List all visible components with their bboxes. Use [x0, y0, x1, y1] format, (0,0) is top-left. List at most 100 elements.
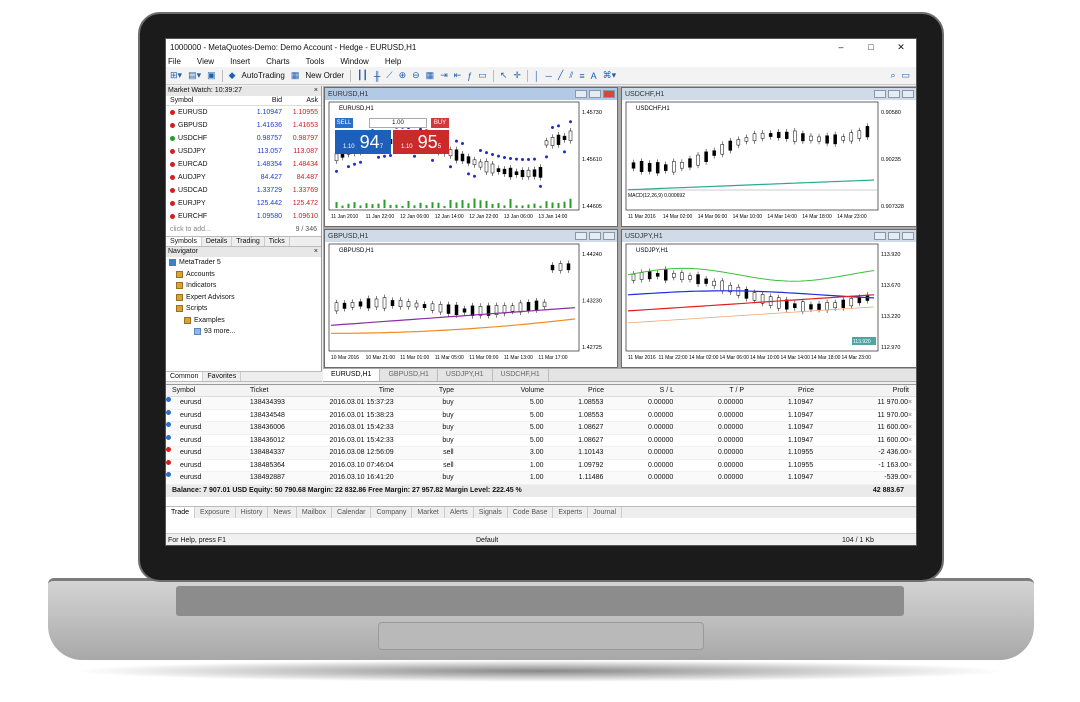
column-header[interactable]: Price: [544, 385, 604, 396]
table-row[interactable]: eurusd 138492887 2016.03.10 16:41:20 buy 1.0…: [166, 472, 916, 485]
tab-history[interactable]: History: [236, 506, 269, 518]
horizontal-line-icon[interactable]: ─: [546, 71, 552, 81]
menu-file[interactable]: File: [168, 57, 181, 66]
tab-trading[interactable]: Trading: [232, 237, 265, 246]
column-header[interactable]: Volume: [454, 385, 544, 396]
table-row[interactable]: eurusd 138436006 2016.03.01 15:42:33 buy 5.0…: [166, 422, 916, 435]
market-watch-row[interactable]: EURCAD 1.48354 1.48434: [166, 158, 321, 171]
tab-exposure[interactable]: Exposure: [195, 506, 236, 518]
tab-symbols[interactable]: Symbols: [166, 237, 202, 246]
templates-icon[interactable]: ▭: [478, 70, 487, 81]
nav-item-metatrader[interactable]: MetaTrader 5: [166, 257, 321, 269]
table-row[interactable]: eurusd 138434548 2016.03.01 15:38:23 buy 5.0…: [166, 409, 916, 422]
sell-button[interactable]: SELL: [335, 118, 353, 128]
column-header[interactable]: Time: [314, 385, 394, 396]
minimize-chart-button[interactable]: [874, 232, 886, 240]
table-row[interactable]: eurusd 138485364 2016.03.10 07:46:04 sell 1.…: [166, 459, 916, 472]
tile-windows-icon[interactable]: ▦: [426, 70, 435, 81]
chart-window-usdjpy[interactable]: USDJPY,H1 USDJPY,H1 113.920 113.670 113.220…: [621, 229, 916, 368]
close-position-icon[interactable]: ×: [908, 435, 916, 447]
ask-column-header[interactable]: Ask: [282, 96, 320, 105]
market-watch-row[interactable]: USDJPY 113.057 113.087: [166, 145, 321, 158]
tab-eurusd[interactable]: EURUSD,H1: [323, 369, 381, 381]
tab-trade[interactable]: Trade: [166, 506, 196, 518]
search-icon[interactable]: ⌕: [890, 70, 895, 81]
new-chart-icon[interactable]: ⊞▾: [170, 70, 182, 81]
lot-size-input[interactable]: 1.00: [369, 118, 427, 128]
tab-favorites[interactable]: Favorites: [203, 372, 242, 381]
crosshair-icon[interactable]: ✛: [513, 70, 521, 81]
indicators-icon[interactable]: ƒ: [467, 71, 472, 81]
chart-canvas[interactable]: USDCHF,H1 0.90580 0.90235 0.907328 11 Mar 20…: [622, 100, 916, 226]
tab-calendar[interactable]: Calendar: [332, 506, 372, 518]
market-watch-row[interactable]: EURUSD 1.10947 1.10955: [166, 106, 321, 119]
ask-price-button[interactable]: 1.10 955: [393, 130, 449, 154]
tab-journal[interactable]: Journal: [588, 506, 623, 518]
trendline-icon[interactable]: ╱: [558, 70, 563, 81]
close-icon[interactable]: ×: [314, 247, 318, 257]
text-icon[interactable]: A: [591, 71, 597, 81]
vertical-line-icon[interactable]: │: [534, 71, 540, 81]
maximize-chart-button[interactable]: [589, 232, 601, 240]
tab-alerts[interactable]: Alerts: [445, 506, 474, 518]
chart-window-eurusd[interactable]: EURUSD,H1 EURUSD,H1 1.45730 1.45610 1.44605…: [324, 87, 618, 227]
market-watch-row[interactable]: AUDJPY 84.427 84.487: [166, 171, 321, 184]
close-chart-button[interactable]: [902, 232, 914, 240]
cursor-icon[interactable]: ↖: [500, 70, 508, 81]
close-position-icon[interactable]: ×: [908, 422, 916, 434]
market-watch-row[interactable]: EURJPY 125.442 125.472: [166, 197, 321, 210]
tab-news[interactable]: News: [268, 506, 297, 518]
table-row[interactable]: eurusd 138436012 2016.03.01 15:42:33 buy 5.0…: [166, 434, 916, 447]
tab-market[interactable]: Market: [412, 506, 445, 518]
close-icon[interactable]: ×: [314, 86, 318, 96]
market-watch-row[interactable]: USDCHF 0.98757 0.98797: [166, 132, 321, 145]
menu-tools[interactable]: Tools: [306, 57, 325, 66]
new-order-icon[interactable]: ▦: [291, 70, 300, 81]
zoom-in-icon[interactable]: ⊕: [399, 70, 407, 81]
tab-usdchf[interactable]: USDCHF,H1: [493, 369, 549, 381]
tab-gbpusd[interactable]: GBPUSD,H1: [380, 369, 438, 381]
tab-common[interactable]: Common: [166, 372, 204, 381]
close-position-icon[interactable]: ×: [908, 410, 916, 422]
tab-mailbox[interactable]: Mailbox: [297, 506, 333, 518]
autotrading-icon[interactable]: ◆: [229, 70, 236, 81]
column-header[interactable]: Price: [744, 385, 814, 396]
nav-item-examples[interactable]: Examples: [166, 315, 321, 327]
close-position-icon[interactable]: ×: [908, 460, 916, 472]
zoom-out-icon[interactable]: ⊖: [412, 70, 420, 81]
fibonacci-icon[interactable]: ≡: [579, 71, 584, 81]
table-row[interactable]: eurusd 138484337 2016.03.08 12:56:09 sell 3.…: [166, 447, 916, 460]
close-chart-button[interactable]: [603, 90, 615, 98]
market-watch-icon[interactable]: ▣: [207, 70, 216, 81]
menu-charts[interactable]: Charts: [266, 57, 290, 66]
tab-signals[interactable]: Signals: [474, 506, 508, 518]
chat-icon[interactable]: ▭: [901, 70, 910, 81]
minimize-button[interactable]: –: [826, 42, 856, 52]
tab-company[interactable]: Company: [371, 506, 413, 518]
tab-code-base[interactable]: Code Base: [508, 506, 554, 518]
chart-canvas[interactable]: USDJPY,H1 113.920 113.670 113.220 112.970 11 …: [622, 242, 916, 367]
buy-button[interactable]: BUY: [431, 118, 449, 128]
chart-window-gbpusd[interactable]: GBPUSD,H1 GBPUSD,H1 1.44240 1.43230 1.42725…: [324, 229, 618, 368]
autoscroll-icon[interactable]: ⇥: [440, 70, 448, 81]
new-order-button[interactable]: New Order: [305, 71, 344, 80]
close-position-icon[interactable]: ×: [908, 472, 916, 484]
candlestick-icon[interactable]: ╫: [374, 71, 380, 81]
column-header[interactable]: Type: [394, 385, 454, 396]
market-watch-row[interactable]: USDCAD 1.33729 1.33769: [166, 184, 321, 197]
close-chart-button[interactable]: [603, 232, 615, 240]
tab-ticks[interactable]: Ticks: [265, 237, 290, 246]
shapes-icon[interactable]: ⌘▾: [603, 70, 617, 81]
nav-item-expert-advisors[interactable]: Expert Advisors: [166, 292, 321, 304]
chart-shift-icon[interactable]: ⇤: [454, 70, 462, 81]
column-header[interactable]: Profit: [814, 385, 909, 396]
market-watch-row[interactable]: GBPUSD 1.41636 1.41653: [166, 119, 321, 132]
minimize-chart-button[interactable]: [575, 90, 587, 98]
channel-icon[interactable]: ⫽: [569, 70, 573, 81]
maximize-chart-button[interactable]: [888, 90, 900, 98]
maximize-button[interactable]: □: [856, 42, 886, 52]
menu-view[interactable]: View: [197, 57, 214, 66]
tab-details[interactable]: Details: [202, 237, 233, 246]
nav-item-indicators[interactable]: Indicators: [166, 280, 321, 292]
table-row[interactable]: eurusd 138434393 2016.03.01 15:37:23 buy 5.0…: [166, 397, 916, 410]
